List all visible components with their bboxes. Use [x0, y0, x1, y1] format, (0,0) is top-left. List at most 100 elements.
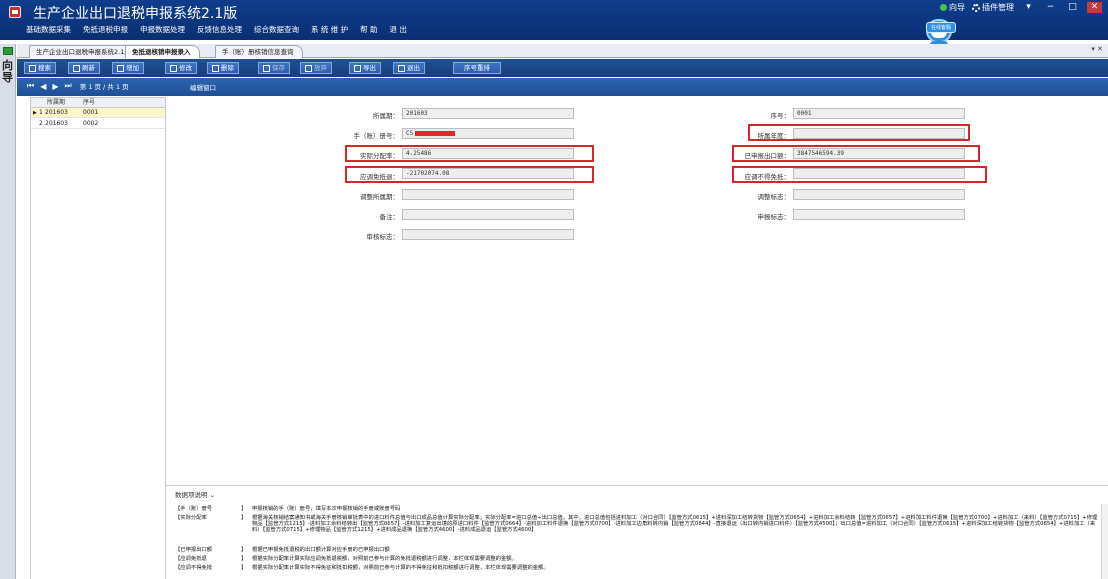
nonexempt-field[interactable]: [793, 168, 965, 179]
online-service-badge[interactable]: 在线客服: [925, 22, 956, 33]
save-button[interactable]: 保存: [258, 62, 290, 74]
refresh-button[interactable]: 刷新: [68, 62, 100, 74]
year-field[interactable]: [793, 128, 965, 139]
guide-link[interactable]: 向导: [940, 2, 965, 13]
main-menu: 基础数据采集 免抵退税申报 申报数据处理 反馈信息处理 综合数据查询 系 统 维…: [20, 24, 413, 35]
explanation-row: 【应调免抵退 】 根据实际分配率计算实际应调免抵退税额，对照前已参与计算的免抵退…: [175, 556, 1095, 563]
discard-icon: [305, 64, 312, 72]
manual-no-field[interactable]: C5: [402, 128, 574, 139]
nonexempt-label: 应调不得免抵：: [744, 173, 791, 181]
exempt-field[interactable]: -21702074.08: [402, 168, 574, 179]
menu-data-process[interactable]: 申报数据处理: [134, 24, 191, 35]
explanation-scrollbar[interactable]: [1101, 504, 1108, 579]
guide-side-label: 向导: [2, 59, 13, 84]
declared-field[interactable]: 3847546594.39: [793, 148, 965, 159]
menu-exit[interactable]: 退 出: [384, 24, 413, 35]
row-number: 1: [39, 109, 43, 116]
top-right-controls: 向导 插件管理 ▾ − □ ✕: [940, 2, 1102, 13]
tab-manual-query[interactable]: 手（账）册核销信息查询: [215, 45, 303, 58]
year-label: 所属年度：: [757, 132, 791, 140]
edit-label: 修改: [179, 64, 192, 72]
audit-flag-field[interactable]: [402, 229, 574, 240]
cell-seq: 0001: [83, 109, 99, 116]
cell-period: 201603: [45, 109, 68, 116]
explanation-label: 【应调不得免抵: [175, 565, 213, 571]
menu-system[interactable]: 系 统 维 护: [305, 24, 354, 35]
export-button[interactable]: 导出: [349, 62, 381, 74]
explanation-row: 【已申报出口额 】 根据已申报免抵退税的出口额计算对应手册的已申报出口额: [175, 547, 1095, 554]
delete-button[interactable]: 删除: [207, 62, 239, 74]
explanation-bracket: 】: [241, 556, 247, 562]
next-record-icon[interactable]: ▶: [52, 82, 58, 91]
guide-side-strip[interactable]: 向导: [0, 44, 16, 579]
discard-button[interactable]: 放弃: [300, 62, 332, 74]
exit-button[interactable]: 退出: [393, 62, 425, 74]
menu-dropdown-button[interactable]: ▾: [1021, 2, 1036, 13]
toolbar: 搜索 刷新 增加 修改 删除 保存 放弃 导出 退出 序号重排: [17, 59, 1108, 77]
explanation-label: 【手（账）册号: [175, 506, 213, 512]
field-explanation-panel: 数据项说明 ⌄ 【手（账）册号 】 申报核销的手（账）册号，填写本次申报核销的手…: [166, 485, 1108, 579]
explanation-bracket: 】: [241, 565, 247, 571]
audit-flag-label: 审核标志：: [366, 233, 400, 241]
ratio-field[interactable]: 4.25486: [402, 148, 574, 159]
close-button[interactable]: ✕: [1087, 2, 1102, 13]
period-field[interactable]: 201603: [402, 108, 574, 119]
explanation-text: 根据海关核销结案通知书或海关手册核销审批表中的进口料件总值与出口成品总值计算实际…: [252, 515, 1098, 533]
adj-flag-field[interactable]: [793, 189, 965, 200]
gear-icon: [972, 3, 980, 12]
tab-close-icon[interactable]: ▾ ✕: [1091, 45, 1103, 53]
prev-record-icon[interactable]: ◀: [40, 82, 46, 91]
minimize-button[interactable]: −: [1043, 2, 1058, 13]
explanation-title[interactable]: 数据项说明 ⌄: [175, 489, 215, 499]
page-info: 第 1 页 / 共 1 页: [79, 83, 129, 91]
cell-seq: 0002: [83, 120, 99, 127]
explanation-bracket: 】: [241, 506, 247, 512]
adj-flag-label: 调整标志：: [757, 193, 791, 201]
save-icon: [263, 64, 270, 72]
plugin-label: 插件管理: [982, 3, 1014, 12]
row-selected-icon: ▶: [33, 110, 37, 116]
edit-window-caption: 编辑窗口: [190, 84, 216, 92]
explanation-bracket: 】: [241, 547, 247, 553]
add-button[interactable]: 增加: [112, 62, 144, 74]
menu-feedback[interactable]: 反馈信息处理: [191, 24, 248, 35]
tab-exemption-entry[interactable]: 免抵退核销申报录入: [125, 45, 200, 58]
seq-field[interactable]: 0001: [793, 108, 965, 119]
tab-home[interactable]: 生产企业出口退税申报系统2.1版: [29, 45, 140, 58]
edit-button[interactable]: 修改: [165, 62, 197, 74]
first-record-icon[interactable]: ⏮: [27, 81, 34, 91]
adj-period-field[interactable]: [402, 189, 574, 200]
exit-icon: [398, 64, 405, 72]
explanation-label: 【应调免抵退: [175, 556, 207, 562]
app-title: 生产企业出口退税申报系统2.1版: [33, 6, 238, 22]
grid-header: 所属期 序号: [31, 98, 165, 108]
explanation-text: 申报核销的手（账）册号，填写本次申报核销的手册或账册号码: [252, 506, 401, 512]
refresh-icon: [73, 64, 80, 72]
last-record-icon[interactable]: ⏭: [65, 81, 72, 91]
add-label: 增加: [126, 64, 139, 72]
decl-flag-label: 申报标志：: [757, 213, 791, 221]
plugin-link[interactable]: 插件管理: [972, 2, 1014, 13]
table-row[interactable]: ▶ 1 201603 0001: [31, 108, 165, 118]
menu-basic-data[interactable]: 基础数据采集: [20, 24, 77, 35]
menu-query[interactable]: 综合数据查询: [248, 24, 305, 35]
menu-tax-declare[interactable]: 免抵退税申报: [77, 24, 134, 35]
guide-label: 向导: [949, 3, 965, 12]
seq-label: 序号：: [770, 112, 791, 120]
search-button[interactable]: 搜索: [24, 62, 56, 74]
add-icon: [117, 64, 124, 72]
table-row[interactable]: 2 201603 0002: [31, 119, 165, 129]
menu-help[interactable]: 帮 助: [354, 24, 383, 35]
explanation-text: 根据已申报免抵退税的出口额计算对应手册的已申报出口额: [252, 547, 390, 553]
decl-flag-field[interactable]: [793, 209, 965, 220]
records-grid: 所属期 序号 ▶ 1 201603 0001 2 201603 0002: [30, 97, 166, 579]
explanation-row: 【实际分配率 】 根据海关核销结案通知书或海关手册核销审批表中的进口料件总值与出…: [175, 515, 1097, 545]
title-bar: 生产企业出口退税申报系统2.1版 基础数据采集 免抵退税申报 申报数据处理 反馈…: [0, 0, 1108, 53]
explanation-row: 【手（账）册号 】 申报核销的手（账）册号，填写本次申报核销的手册或账册号码: [175, 506, 1095, 513]
maximize-button[interactable]: □: [1065, 2, 1080, 13]
remark-field[interactable]: [402, 209, 574, 220]
edit-form: 所属期： 201603 手（账）册号： C5 实际分配率： 4.25486 应调…: [166, 97, 1108, 482]
manual-no-label: 手（账）册号：: [353, 132, 400, 140]
reorder-button[interactable]: 序号重排: [453, 62, 501, 74]
adj-period-label: 调整所属期：: [360, 193, 399, 201]
